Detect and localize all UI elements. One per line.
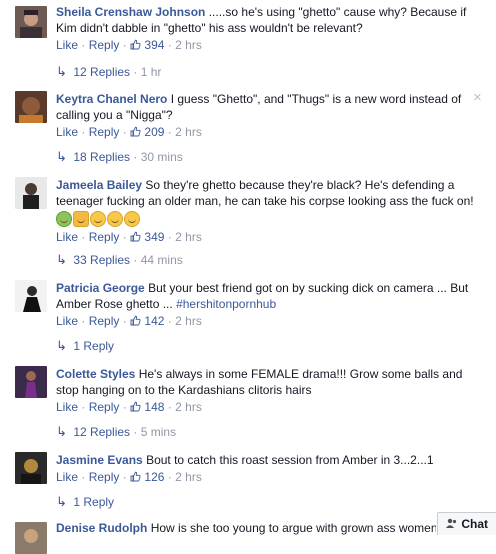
thumbs-up-icon (130, 401, 141, 412)
like-count[interactable]: 349 (130, 230, 168, 244)
view-replies-link[interactable]: 1 Reply (73, 495, 114, 509)
avatar-photo (15, 522, 47, 554)
thumbs-up-icon (130, 126, 141, 137)
reply-link[interactable]: Reply (89, 230, 120, 244)
reply-arrow-icon: ↳ (56, 338, 67, 353)
replies-summary: ↳ 18 Replies · 30 mins (56, 149, 183, 164)
avatar[interactable] (15, 91, 47, 123)
avatar-photo (15, 280, 47, 312)
comment-text: Bout to catch this roast session from Am… (146, 453, 434, 467)
replies-timestamp: 44 mins (140, 253, 183, 267)
reply-link[interactable]: Reply (89, 38, 120, 52)
reply-arrow-icon: ↳ (56, 494, 67, 509)
comment-timestamp[interactable]: 2 hrs (175, 314, 202, 328)
like-link[interactable]: Like (56, 470, 78, 484)
reply-link[interactable]: Reply (89, 125, 120, 139)
avatar-photo (15, 452, 47, 484)
replies-timestamp: 5 mins (140, 425, 177, 439)
replies-summary: ↳ 33 Replies · 44 mins (56, 252, 183, 267)
comment-actions: Like · Reply · 349 · 2 hrs (56, 230, 202, 244)
comment-timestamp[interactable]: 2 hrs (175, 125, 202, 139)
reply-link[interactable]: Reply (89, 314, 120, 328)
avatar-photo (15, 91, 47, 123)
chat-label: Chat (461, 517, 489, 531)
chat-people-icon (446, 513, 458, 535)
avatar-photo (15, 177, 47, 209)
like-count[interactable]: 394 (130, 38, 168, 52)
like-count[interactable]: 148 (130, 400, 168, 414)
comment-actions: Like · Reply · 142 · 2 hrs (56, 314, 202, 328)
comment-author[interactable]: Patricia George (56, 281, 145, 295)
comment-actions: Like · Reply · 209 · 2 hrs (56, 125, 202, 139)
comment-author[interactable]: Jasmine Evans (56, 453, 143, 467)
nauseated-face-icon (56, 210, 72, 227)
replies-timestamp: 1 hr (140, 65, 162, 79)
like-link[interactable]: Like (56, 230, 78, 244)
avatar[interactable] (15, 366, 47, 398)
comment-actions: Like · Reply · 126 · 2 hrs (56, 470, 202, 484)
comment-actions: Like · Reply · 394 · 2 hrs (56, 38, 202, 52)
comment-timestamp[interactable]: 2 hrs (175, 470, 202, 484)
reply-link[interactable]: Reply (89, 470, 120, 484)
view-replies-link[interactable]: 12 Replies (73, 65, 130, 79)
comment-author[interactable]: Denise Rudolph (56, 521, 147, 535)
avatar[interactable] (15, 452, 47, 484)
view-replies-link[interactable]: 1 Reply (73, 339, 114, 353)
hashtag-link[interactable]: #hershitonpornhub (176, 297, 276, 311)
like-count[interactable]: 142 (130, 314, 168, 328)
thumbs-up-icon (130, 231, 141, 242)
replies-summary: ↳ 1 Reply (56, 338, 114, 354)
reply-arrow-icon: ↳ (56, 424, 67, 439)
comment-timestamp[interactable]: 2 hrs (175, 400, 202, 414)
avatar-photo (15, 6, 47, 38)
comment-actions: Like · Reply · 148 · 2 hrs (56, 400, 202, 414)
view-replies-link[interactable]: 12 Replies (73, 425, 130, 439)
replies-timestamp: 30 mins (140, 150, 183, 164)
avatar[interactable] (15, 6, 47, 38)
thumbs-up-icon (130, 315, 141, 326)
emoji-row (56, 210, 476, 228)
like-count[interactable]: 126 (130, 470, 168, 484)
thumbs-up-icon (130, 39, 141, 50)
comment-timestamp[interactable]: 2 hrs (175, 230, 202, 244)
thumbs-up-emoji-icon (73, 210, 89, 227)
comment-author[interactable]: Sheila Crenshaw Johnson (56, 5, 205, 19)
chat-tab[interactable]: Chat (437, 512, 496, 535)
replies-summary: ↳ 1 Reply (56, 494, 114, 510)
grinning-face-icon (90, 210, 106, 227)
view-replies-link[interactable]: 18 Replies (73, 150, 130, 164)
close-icon[interactable]: × (473, 90, 482, 105)
reply-arrow-icon: ↳ (56, 64, 67, 79)
reply-link[interactable]: Reply (89, 400, 120, 414)
avatar[interactable] (15, 177, 47, 209)
comment-author[interactable]: Keytra Chanel Nero (56, 92, 167, 106)
replies-summary: ↳ 12 Replies · 5 mins (56, 424, 177, 439)
avatar-photo (15, 366, 47, 398)
reply-arrow-icon: ↳ (56, 149, 67, 164)
thumbs-up-icon (130, 471, 141, 482)
comment-author[interactable]: Colette Styles (56, 367, 135, 381)
replies-summary: ↳ 12 Replies · 1 hr (56, 64, 162, 79)
avatar[interactable] (15, 280, 47, 312)
like-link[interactable]: Like (56, 314, 78, 328)
like-link[interactable]: Like (56, 38, 78, 52)
avatar[interactable] (15, 522, 47, 554)
view-replies-link[interactable]: 33 Replies (73, 253, 130, 267)
comment-author[interactable]: Jameela Bailey (56, 178, 142, 192)
grinning-face-icon (124, 210, 140, 227)
comment-timestamp[interactable]: 2 hrs (175, 38, 202, 52)
like-link[interactable]: Like (56, 125, 78, 139)
like-count[interactable]: 209 (130, 125, 168, 139)
grinning-face-icon (107, 210, 123, 227)
like-link[interactable]: Like (56, 400, 78, 414)
reply-arrow-icon: ↳ (56, 252, 67, 267)
comment-text: How is she too young to argue with grown… (150, 521, 436, 535)
